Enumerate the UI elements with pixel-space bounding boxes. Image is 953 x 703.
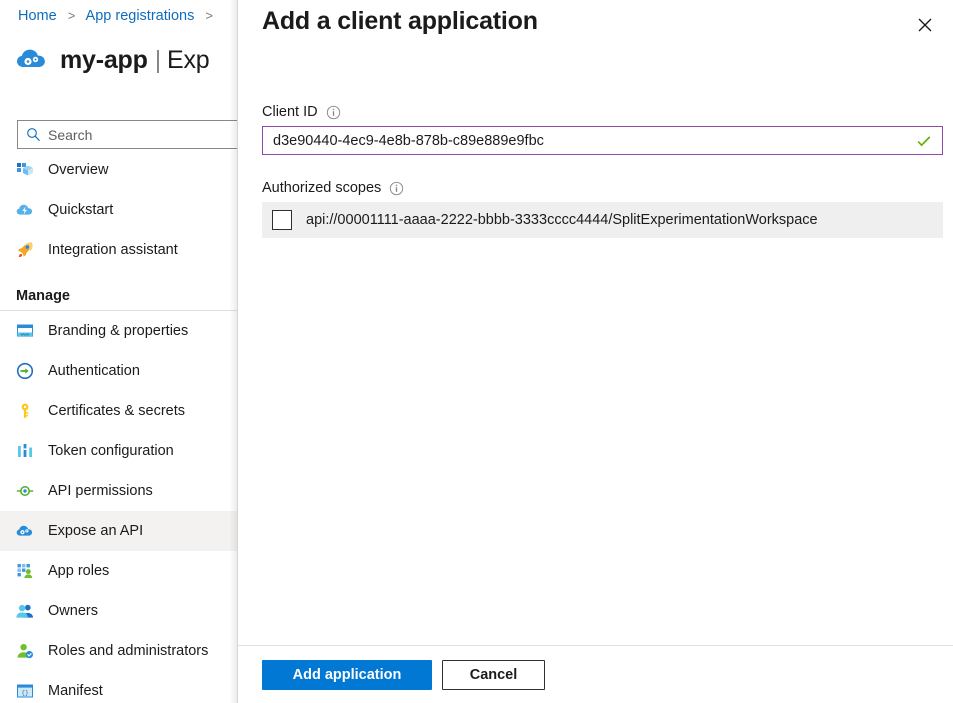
panel-body: Client ID d3e90440-4ec9-4e8b-878b-c89e88… xyxy=(238,60,953,645)
breadcrumb-separator: > xyxy=(67,8,76,23)
scope-label: api://00001111-aaaa-2222-bbbb-3333cccc44… xyxy=(306,212,818,228)
search-placeholder: Search xyxy=(48,126,93,143)
screen: Home > App registrations > my-app|Exp xyxy=(0,0,953,703)
app-roles-icon xyxy=(16,562,34,580)
sidebar-item-overview[interactable]: Overview xyxy=(0,150,237,190)
sidebar-item-quickstart[interactable]: Quickstart xyxy=(0,190,237,230)
add-client-application-panel: Add a client application Client ID d3e90… xyxy=(229,0,953,703)
info-icon[interactable] xyxy=(389,181,404,196)
sidebar-item-label: Owners xyxy=(48,603,98,619)
client-id-label: Client ID xyxy=(262,104,318,120)
panel-footer: Add application Cancel xyxy=(238,645,953,703)
sidebar-item-integration-assistant[interactable]: Integration assistant xyxy=(0,230,237,270)
search-icon xyxy=(26,127,41,142)
cancel-button[interactable]: Cancel xyxy=(442,659,545,690)
sidebar-item-label: Roles and administrators xyxy=(48,643,209,659)
sidebar-item-label: Manifest xyxy=(48,683,103,699)
sidebar-item-api-permissions[interactable]: API permissions xyxy=(0,471,237,511)
sidebar-item-expose-an-api[interactable]: Expose an API xyxy=(0,511,237,551)
sidebar-item-token-configuration[interactable]: Token configuration xyxy=(0,431,237,471)
sidebar-item-label: Overview xyxy=(48,162,109,178)
close-icon[interactable] xyxy=(910,10,940,40)
sidebar-item-label: Integration assistant xyxy=(48,242,178,258)
page-title-app-name: my-app xyxy=(60,45,148,74)
breadcrumb: Home > App registrations > xyxy=(18,8,220,24)
sidebar-item-label: Quickstart xyxy=(48,202,114,218)
key-icon xyxy=(16,402,34,420)
sidebar-item-label: App roles xyxy=(48,563,110,579)
sidebar-item-label: Branding & properties xyxy=(48,323,189,339)
page-title-section: Exp xyxy=(167,45,210,74)
authorized-scopes-group: Authorized scopes api://00001111-aaaa-22… xyxy=(238,180,953,238)
sidebar-item-label: Authentication xyxy=(48,363,140,379)
sidebar-item-certificates-secrets[interactable]: Certificates & secrets xyxy=(0,391,237,431)
sidebar-item-label: Expose an API xyxy=(48,523,144,539)
sidebar-item-app-roles[interactable]: App roles xyxy=(0,551,237,591)
client-id-input[interactable]: d3e90440-4ec9-4e8b-878b-c89e889e9fbc xyxy=(262,126,943,155)
scope-list-item[interactable]: api://00001111-aaaa-2222-bbbb-3333cccc44… xyxy=(262,202,943,238)
client-id-label-row: Client ID xyxy=(262,104,953,120)
overview-grid-icon xyxy=(16,161,34,179)
authorized-scopes-label-row: Authorized scopes xyxy=(262,180,953,196)
sidebar-item-authentication[interactable]: Authentication xyxy=(0,351,237,391)
sidebar-item-label: Token configuration xyxy=(48,443,174,459)
sidebar-item-manifest[interactable]: {} Manifest xyxy=(0,671,237,703)
authorized-scopes-label: Authorized scopes xyxy=(262,180,382,196)
browser-window-icon: www xyxy=(16,322,34,340)
token-bars-icon xyxy=(16,442,34,460)
svg-text:www: www xyxy=(21,331,30,336)
rocket-icon xyxy=(16,241,34,259)
page-title: my-app | Exp xyxy=(60,46,210,75)
sidebar-item-owners[interactable]: Owners xyxy=(0,591,237,631)
scope-checkbox[interactable] xyxy=(272,210,292,230)
app-registration-page: Home > App registrations > my-app|Exp xyxy=(0,0,237,703)
roles-admin-icon xyxy=(16,642,34,660)
authentication-arrow-icon xyxy=(16,362,34,380)
api-permissions-plug-icon xyxy=(16,482,34,500)
sidebar-item-label: API permissions xyxy=(48,483,153,499)
breadcrumb-separator-2: > xyxy=(205,8,213,23)
breadcrumb-item-app-registrations[interactable]: App registrations xyxy=(86,8,195,24)
quickstart-cloud-lightning-icon xyxy=(16,201,34,219)
svg-text:{}: {} xyxy=(21,690,28,697)
sidebar-nav: Overview Quickstart Integration assistan… xyxy=(0,150,237,703)
page-title-row: my-app | Exp xyxy=(16,43,210,77)
panel-title: Add a client application xyxy=(262,7,538,35)
info-icon[interactable] xyxy=(326,105,341,120)
add-application-button[interactable]: Add application xyxy=(262,659,432,690)
breadcrumb-item-home[interactable]: Home xyxy=(18,8,57,24)
expose-api-cloud-icon xyxy=(16,522,34,540)
app-registration-cloud-icon xyxy=(16,43,50,77)
sidebar-group-manage: Manage xyxy=(16,288,70,304)
client-id-value: d3e90440-4ec9-4e8b-878b-c89e889e9fbc xyxy=(273,132,544,149)
search-input[interactable]: Search xyxy=(17,120,237,149)
client-id-field-group: Client ID d3e90440-4ec9-4e8b-878b-c89e88… xyxy=(238,104,953,155)
page-title-divider: | xyxy=(154,45,162,74)
manifest-braces-icon: {} xyxy=(16,682,34,700)
owners-people-icon xyxy=(16,602,34,620)
checkmark-icon xyxy=(916,133,932,149)
sidebar-item-roles-and-administrators[interactable]: Roles and administrators xyxy=(0,631,237,671)
sidebar-item-label: Certificates & secrets xyxy=(48,403,185,419)
panel-header: Add a client application xyxy=(238,0,953,60)
sidebar-item-branding-properties[interactable]: www Branding & properties xyxy=(0,311,237,351)
